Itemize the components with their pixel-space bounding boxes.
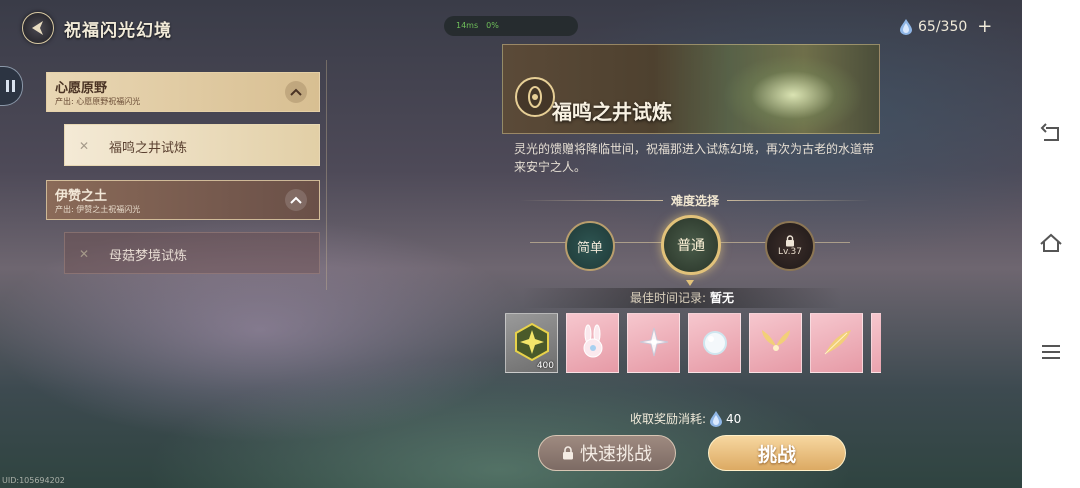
- currency-display: 65/350 +: [900, 16, 992, 38]
- trial-description: 灵光的馈赠将降临世间，祝福那进入试炼幻境，再次为古老的水道带来安宁之人。: [514, 142, 875, 174]
- network-latency: 14ms: [456, 21, 479, 30]
- pearl-orb-icon: [703, 331, 727, 355]
- reward-item[interactable]: [688, 313, 741, 373]
- home-nav-icon[interactable]: [1039, 231, 1063, 255]
- trial-item-mushroom[interactable]: ✕ 母菇梦境试炼: [64, 232, 320, 274]
- status-bar: 14ms 0%: [444, 16, 578, 36]
- reward-item[interactable]: 400: [505, 313, 558, 373]
- uid-label: UID:105694202: [2, 476, 65, 485]
- challenge-button[interactable]: 挑战: [708, 435, 846, 471]
- blessing-drop-icon: [710, 410, 723, 427]
- cost-label: 收取奖励消耗:: [630, 412, 707, 426]
- divider: [520, 199, 663, 201]
- best-time-label: 最佳时间记录:: [629, 291, 707, 305]
- blessing-drop-icon: [900, 19, 912, 35]
- reward-item[interactable]: [627, 313, 680, 373]
- reward-count: 400: [536, 361, 554, 371]
- back-button[interactable]: [22, 12, 54, 44]
- sparkle-charm-icon: [639, 327, 669, 357]
- difficulty-normal-button[interactable]: 普通: [661, 215, 721, 275]
- trial-emblem-icon: [515, 77, 555, 117]
- reward-item[interactable]: [749, 313, 802, 373]
- chevron-up-icon: [290, 88, 302, 96]
- trial-status-icon: ✕: [79, 139, 90, 153]
- banner-light: [713, 45, 879, 133]
- collapse-button[interactable]: [285, 189, 307, 211]
- category-header-wish-field[interactable]: 心愿原野 产出: 心愿原野祝福闪光: [46, 72, 320, 112]
- trial-label: 母菇梦境试炼: [109, 249, 188, 264]
- pause-icon: [6, 80, 15, 92]
- eye-sigil-icon: [528, 86, 542, 108]
- golden-feather-icon: [824, 330, 851, 355]
- best-time-value: 暂无: [710, 291, 735, 305]
- category-subtitle: 产出: 心愿原野祝福闪光: [55, 97, 141, 106]
- golden-wings-icon: [762, 330, 790, 351]
- back-arrow-icon: [32, 21, 43, 35]
- challenge-label: 挑战: [757, 443, 796, 466]
- chevron-up-icon: [290, 196, 302, 204]
- difficulty-header: 难度选择: [520, 191, 871, 209]
- category-title: 心愿原野: [55, 81, 108, 96]
- best-time-record: 最佳时间记录: 暂无: [522, 288, 842, 308]
- category-title: 伊赞之土: [55, 189, 108, 204]
- divider: [727, 199, 871, 201]
- region-list: 心愿原野 产出: 心愿原野祝福闪光 ✕ 福鸣之井试炼 伊赞之土 产出: 伊赞之土…: [44, 60, 327, 290]
- quick-challenge-button[interactable]: 快速挑战: [538, 435, 676, 471]
- back-nav-icon[interactable]: [1039, 122, 1063, 146]
- difficulty-title: 难度选择: [671, 193, 720, 208]
- category-header-izan-land[interactable]: 伊赞之土 产出: 伊赞之土祝福闪光: [46, 180, 320, 220]
- page-title: 祝福闪光幻境: [64, 21, 172, 41]
- trial-label: 福鸣之井试炼: [109, 141, 188, 156]
- reward-item[interactable]: [871, 313, 881, 373]
- reward-cost: 收取奖励消耗: 40: [630, 410, 741, 427]
- add-currency-button[interactable]: +: [977, 18, 992, 36]
- category-subtitle: 产出: 伊赞之土祝福闪光: [55, 205, 141, 214]
- game-screen: 祝福闪光幻境 14ms 0% 65/350 + 心愿原野 产出: 心愿原野祝福闪…: [0, 0, 1022, 488]
- difficulty-easy-button[interactable]: 简单: [565, 221, 615, 271]
- trial-title: 福鸣之井试炼: [552, 100, 672, 124]
- trial-item-well[interactable]: ✕ 福鸣之井试炼: [64, 124, 320, 166]
- reward-item[interactable]: [810, 313, 863, 373]
- collapse-button[interactable]: [285, 81, 307, 103]
- difficulty-label: 简单: [576, 240, 603, 256]
- menu-nav-icon[interactable]: [1039, 340, 1063, 364]
- lock-icon: [786, 235, 794, 247]
- system-nav-bar: [1022, 0, 1080, 488]
- star-crystal-icon: [515, 322, 549, 362]
- difficulty-locked-button[interactable]: Lv.37: [765, 221, 815, 271]
- bunny-ornament-icon: [583, 324, 603, 358]
- side-menu-tab[interactable]: [0, 66, 23, 106]
- reward-item[interactable]: [566, 313, 619, 373]
- trial-status-icon: ✕: [79, 247, 90, 261]
- reward-list: 400: [505, 313, 881, 373]
- lock-icon: [563, 446, 573, 460]
- required-level: Lv.37: [778, 247, 802, 257]
- selection-pointer-icon: [686, 280, 694, 286]
- currency-value: 65/350: [918, 19, 968, 35]
- difficulty-label: 普通: [677, 238, 705, 254]
- cost-value: 40: [726, 411, 742, 426]
- battery-level: 0%: [486, 21, 499, 30]
- quick-challenge-label: 快速挑战: [580, 444, 652, 465]
